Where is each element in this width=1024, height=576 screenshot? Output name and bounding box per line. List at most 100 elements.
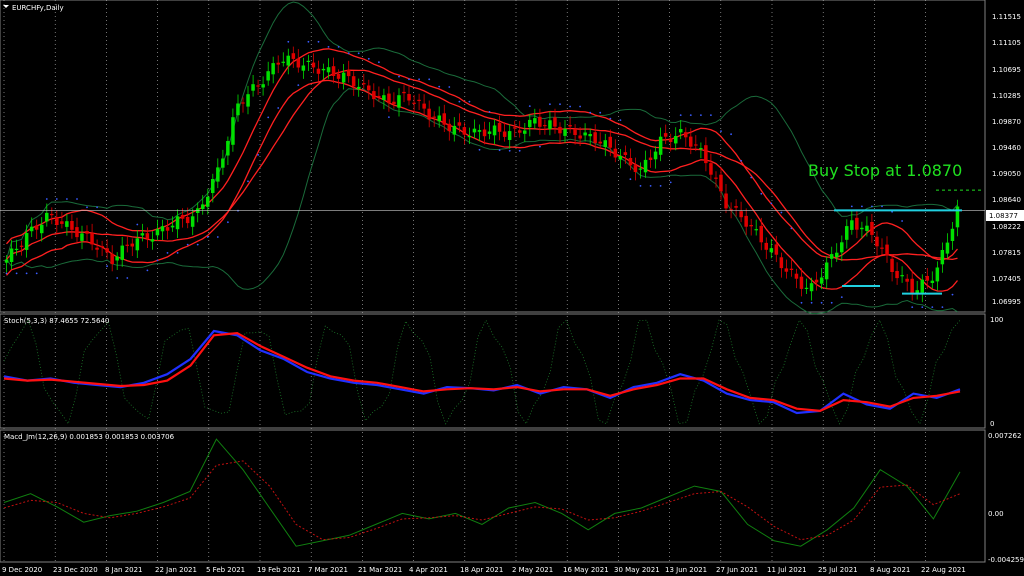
psar-dot <box>76 198 78 200</box>
candle-body <box>216 167 220 182</box>
psar-dot <box>790 227 793 230</box>
candle-body <box>548 120 552 129</box>
psar-dot <box>468 100 471 103</box>
candle-body <box>840 242 844 253</box>
candle-body <box>623 152 628 155</box>
candle-body <box>271 63 275 75</box>
candle-body <box>231 117 235 145</box>
psar-dot <box>730 133 732 136</box>
candle-body <box>412 102 416 104</box>
psar-dot <box>297 84 300 86</box>
psar-dot <box>599 111 602 114</box>
candle-body <box>754 229 758 231</box>
macd-label: Macd_Jm(12,26,9) 0.001853 0.001853 0.003… <box>4 433 175 441</box>
candle-body <box>709 163 713 175</box>
candle-body <box>528 119 532 128</box>
candle-body <box>829 254 834 259</box>
candle-body <box>744 215 748 227</box>
candle-body <box>573 129 577 135</box>
candle-body <box>115 256 119 261</box>
stoch-panel[interactable] <box>0 313 986 429</box>
candle-body <box>487 131 492 134</box>
candle-body <box>598 141 602 144</box>
psar-dot <box>528 105 531 107</box>
candle-body <box>256 85 260 87</box>
candle-body <box>769 248 774 253</box>
psar-dot <box>881 205 883 208</box>
candle-body <box>40 224 44 234</box>
price-tick: 1.06995 <box>992 298 1021 306</box>
candle-body <box>462 127 467 135</box>
price-tick: 1.08640 <box>992 196 1021 204</box>
psar-dot <box>850 205 853 208</box>
candle-body <box>392 101 396 105</box>
candle-body <box>276 62 280 65</box>
candle-body <box>689 136 693 147</box>
candle-body <box>925 276 929 281</box>
date-tick: 30 May 2021 <box>614 566 660 574</box>
candle-body <box>407 94 411 101</box>
candle-body <box>341 72 346 83</box>
psar-dot <box>579 105 581 108</box>
candle-body <box>110 253 114 265</box>
candle-body <box>175 216 180 230</box>
candle-body <box>538 116 542 127</box>
candle-body <box>764 242 768 250</box>
candle-body <box>372 91 376 100</box>
candle-body <box>241 102 245 104</box>
psar-dot <box>186 243 189 246</box>
psar-dot <box>388 116 390 118</box>
candle-body <box>724 193 728 209</box>
buy-stop-annotation: Buy Stop at 1.0870 <box>808 161 962 180</box>
candle-body <box>860 227 864 230</box>
psar-dot <box>871 205 873 208</box>
candle-body <box>789 268 794 270</box>
date-tick: 4 Apr 2021 <box>409 566 448 574</box>
candle-body <box>880 247 884 249</box>
candle-body <box>70 221 74 230</box>
psar-dot <box>689 114 692 116</box>
candle-body <box>100 246 104 248</box>
candle-body <box>885 244 889 256</box>
candle-body <box>50 213 54 216</box>
date-tick: 13 Jun 2021 <box>665 566 707 574</box>
candle-body <box>140 233 145 236</box>
candle-body <box>120 245 124 260</box>
psar-dot <box>156 259 159 262</box>
candle-body <box>890 258 894 272</box>
psar-dot <box>146 269 149 272</box>
candle-body <box>266 71 270 81</box>
candle-body <box>835 252 839 258</box>
candle-body <box>65 221 69 227</box>
psar-dot <box>126 277 129 279</box>
candle-body <box>588 134 592 137</box>
candle-body <box>170 225 175 228</box>
candle-body <box>875 236 879 247</box>
candle-body <box>24 233 29 250</box>
candle-body <box>306 60 311 62</box>
psar-dot <box>398 75 400 78</box>
candle-body <box>679 129 683 133</box>
candle-body <box>930 280 935 283</box>
candle-body <box>583 132 587 136</box>
candle-body <box>135 238 140 251</box>
candle-body <box>774 244 779 255</box>
candle-body <box>311 62 316 68</box>
psar-dot <box>327 46 330 48</box>
candle-body <box>382 95 386 100</box>
candle-body <box>855 217 859 230</box>
candle-body <box>367 85 371 91</box>
psar-dot <box>307 40 310 43</box>
date-tick: 18 Apr 2021 <box>460 566 503 574</box>
candle-body <box>9 248 14 262</box>
psar-dot <box>216 236 219 238</box>
candle-body <box>417 99 421 101</box>
psar-dot <box>45 198 48 200</box>
candle-body <box>377 95 381 98</box>
candle-body <box>512 127 517 129</box>
candle-body <box>608 136 612 148</box>
trading-chart[interactable]: EURCHFy,Daily Buy Stop at 1.0870 Stoch(5… <box>0 0 1024 576</box>
date-tick: 21 Mar 2021 <box>358 566 402 574</box>
macd-panel[interactable] <box>0 429 986 563</box>
candle-body <box>432 116 436 118</box>
